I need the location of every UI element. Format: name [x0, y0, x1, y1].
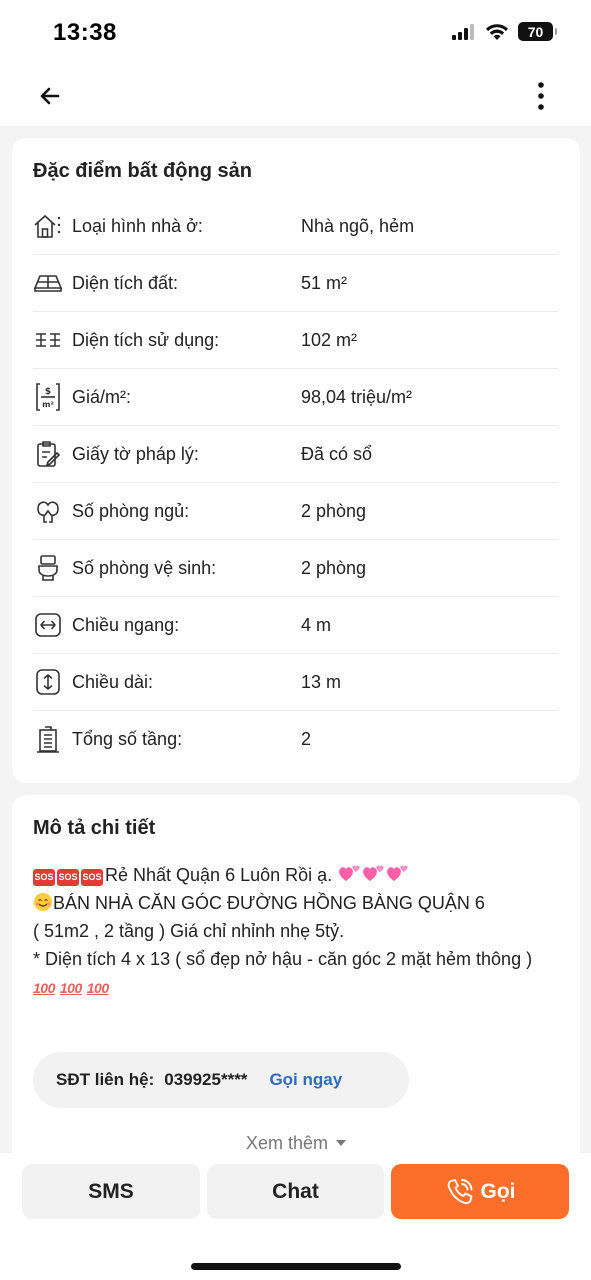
call-button[interactable]: Gọi [391, 1164, 569, 1219]
spec-row-floor-area: Diện tích sử dụng: 102 m² [33, 312, 558, 369]
phone-label: SĐT liên hệ: [56, 1070, 155, 1089]
spec-value: 102 m² [301, 329, 358, 350]
sms-label: SMS [88, 1179, 134, 1203]
hundred-points-icon: 100 [59, 980, 82, 996]
description-title: Mô tả chi tiết [33, 817, 156, 839]
description-line-2: BÁN NHÀ CĂN GÓC ĐƯỜNG HỒNG BÀNG QUẬN 6 [53, 893, 485, 913]
hearts-icon [387, 865, 408, 881]
spec-value: Đã có sổ [301, 443, 373, 464]
arrow-left-icon [40, 87, 60, 105]
floors-icon [33, 725, 63, 755]
wifi-icon [486, 23, 508, 40]
contact-phone-pill: SĐT liên hệ: 039925**** Gọi ngay [33, 1052, 409, 1108]
hundred-points-icon: 100 [86, 980, 109, 996]
sos-icon: SOS [81, 869, 103, 886]
spec-value: 2 phòng [301, 557, 367, 578]
caret-down-icon [336, 1140, 347, 1146]
spec-row-length: Chiều dài: 13 m [33, 654, 558, 711]
call-now-link[interactable]: Gọi ngay [269, 1070, 342, 1090]
spec-value: 2 [301, 729, 312, 749]
spec-value: 51 m² [301, 272, 348, 293]
spec-label: Diện tích sử dụng: [72, 329, 220, 350]
description-line: 100 100 100 [33, 973, 553, 1002]
see-more-label: Xem thêm [245, 1133, 329, 1153]
spec-label: Loại hình nhà ở: [72, 215, 203, 236]
toilet-icon [33, 553, 63, 583]
spec-value: 4 m [301, 614, 332, 635]
spec-row-toilet: Số phòng vệ sinh: 2 phòng [33, 540, 558, 597]
spec-label: Tổng số tầng: [72, 729, 183, 749]
cellular-signal-icon [452, 23, 474, 40]
spec-label: Chiều ngang: [72, 614, 180, 635]
call-label: Gọi [480, 1179, 516, 1203]
phone-call-icon [447, 1178, 472, 1204]
spec-row-price-per-m2: $ m² Giá/m²: 98,04 triệu/m² [33, 369, 558, 426]
status-time: 13:38 [53, 19, 117, 46]
house-type-icon [33, 211, 63, 241]
length-icon [33, 667, 63, 697]
home-indicator [191, 1263, 401, 1270]
more-options-button[interactable] [527, 80, 555, 112]
nav-bar [0, 68, 591, 126]
spec-label: Chiều dài: [72, 671, 154, 692]
width-icon [33, 610, 63, 640]
property-features-title: Đặc điểm bất động sản [33, 160, 252, 182]
spec-value: 98,04 triệu/m² [301, 386, 413, 407]
status-bar: 13:38 70 [0, 0, 591, 68]
legal-document-icon [33, 439, 63, 469]
spec-row-bedroom: Số phòng ngủ: 2 phòng [33, 483, 558, 540]
floor-area-icon [33, 325, 63, 355]
description-line-3: ( 51m2 , 2 tầng ) Giá chỉ nhỉnh nhẹ 5tỷ. [33, 921, 345, 941]
sms-button[interactable]: SMS [22, 1164, 200, 1219]
hundred-points-icon: 100 [33, 980, 55, 996]
spec-label: Giấy tờ pháp lý: [72, 443, 199, 464]
spec-value: Nhà ngõ, hẻm [301, 215, 415, 236]
property-features-card: Đặc điểm bất động sản Loại hình nhà ở: N… [12, 138, 580, 783]
see-more-button[interactable]: Xem thêm [12, 1133, 580, 1154]
svg-text:m²: m² [42, 400, 54, 409]
description-card: Mô tả chi tiết SOS SOS SOS Rẻ Nhất Quận 6 L… [12, 795, 580, 1195]
sos-icon: SOS [57, 869, 79, 886]
sos-icon: SOS [33, 869, 55, 886]
spec-value: 13 m [301, 671, 342, 692]
spec-label: Diện tích đất: [72, 272, 179, 293]
status-icons: 70 [452, 22, 557, 41]
phone-number: 039925**** [164, 1070, 248, 1089]
spec-row-land-area: Diện tích đất: 51 m² [33, 255, 558, 312]
smiling-face-hearts-icon [34, 893, 52, 911]
hearts-icon [363, 865, 384, 881]
more-vertical-icon [538, 82, 544, 110]
description-line: BÁN NHÀ CĂN GÓC ĐƯỜNG HỒNG BÀNG QUẬN 6 [33, 889, 553, 917]
description-line-4: * Diện tích 4 x 13 ( sổ đẹp nở hậu - căn… [33, 949, 533, 969]
bedroom-icon [33, 496, 63, 526]
bottom-action-bar: SMS Chat Gọi [0, 1153, 591, 1280]
back-button[interactable] [36, 82, 64, 110]
land-area-icon [33, 268, 63, 298]
chat-button[interactable]: Chat [207, 1164, 384, 1219]
price-per-m2-icon: $ m² [33, 382, 63, 412]
description-line-1: Rẻ Nhất Quận 6 Luôn Rồi ạ. [105, 865, 338, 885]
spec-list: Loại hình nhà ở: Nhà ngõ, hẻm Diện tích … [33, 198, 558, 768]
spec-row-floors: Tổng số tầng: 2 [33, 711, 558, 768]
spec-value: 2 phòng [301, 500, 367, 521]
chat-label: Chat [272, 1179, 319, 1203]
svg-text:$: $ [45, 387, 51, 397]
spec-row-width: Chiều ngang: 4 m [33, 597, 558, 654]
spec-row-house-type: Loại hình nhà ở: Nhà ngõ, hẻm [33, 198, 558, 255]
spec-row-legal-document: Giấy tờ pháp lý: Đã có sổ [33, 426, 558, 483]
battery-icon: 70 [518, 22, 557, 41]
spec-label: Số phòng ngủ: [72, 500, 190, 521]
description-line: SOS SOS SOS Rẻ Nhất Quận 6 Luôn Rồi ạ. [33, 861, 553, 889]
spec-label: Số phòng vệ sinh: [72, 557, 217, 578]
hearts-icon [339, 865, 360, 881]
description-text: SOS SOS SOS Rẻ Nhất Quận 6 Luôn Rồi ạ. BÁN … [33, 861, 553, 1002]
spec-label: Giá/m²: [72, 386, 132, 407]
